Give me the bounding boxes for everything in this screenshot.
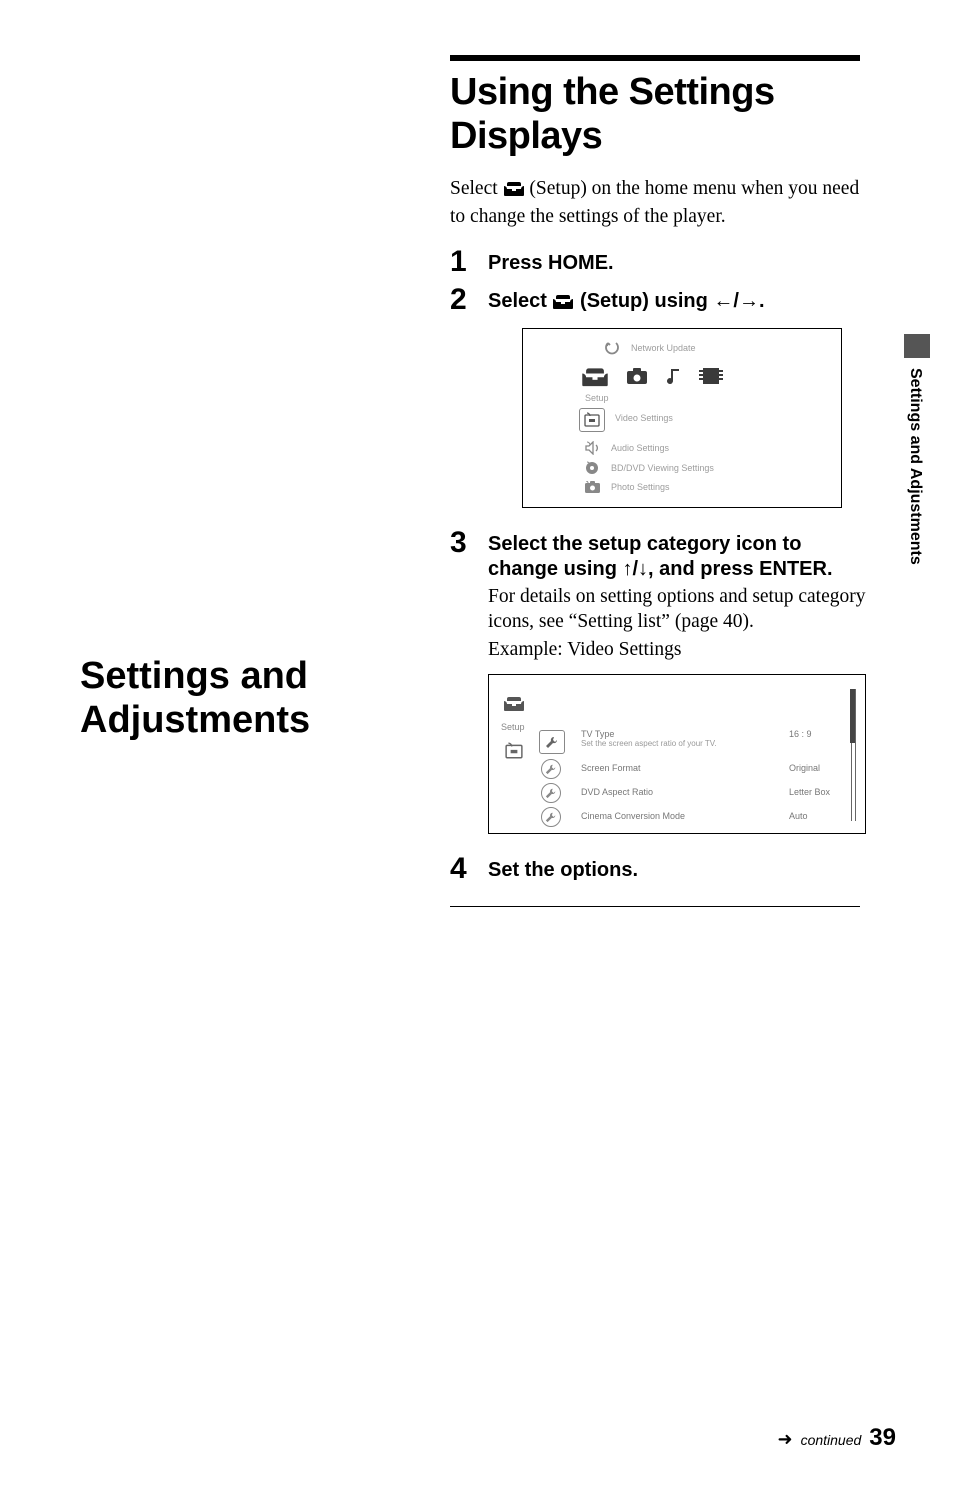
xmb-header-row: [581, 365, 723, 392]
step-3-heading-line2: change using ↑/↓, and press ENTER.: [488, 557, 866, 582]
item-1-value: Original: [789, 763, 820, 773]
item-2-value: Letter Box: [789, 787, 830, 797]
chapter-title-line2: Adjustments: [80, 699, 410, 743]
section-title-line1: Using the Settings: [450, 71, 860, 115]
step-2-heading-pre: Select: [488, 290, 552, 312]
setup-toolbox-icon: [503, 695, 525, 716]
section-title-line2: Displays: [450, 115, 860, 159]
section-end-rule: [450, 906, 860, 907]
wrench-icon: [541, 783, 561, 803]
step-3-body-1: For details on setting options and setup…: [488, 584, 866, 635]
item-1-title: Screen Format: [581, 763, 641, 773]
intro-text-pre: Select: [450, 178, 503, 199]
step-4: 4 Set the options.: [450, 854, 860, 884]
bd-dvd-settings-label: BD/DVD Viewing Settings: [611, 463, 714, 473]
step-4-number: 4: [450, 854, 488, 884]
screenshot-setup-menu: Network Update Setup Video Settings: [522, 328, 842, 508]
step-3-body-2: Example: Video Settings: [488, 637, 866, 662]
scrollbar: [850, 689, 855, 821]
photo-settings-label: Photo Settings: [611, 482, 670, 492]
side-tab-label: Settings and Adjustments: [906, 368, 924, 565]
chapter-title-line1: Settings and: [80, 655, 410, 699]
network-update-label: Network Update: [631, 343, 696, 353]
bd-dvd-settings-icon: [583, 461, 601, 475]
intro-paragraph: Select (Setup) on the home menu when you…: [450, 176, 860, 229]
wrench-icon: [541, 807, 561, 827]
left-arrow-icon: ←: [713, 290, 733, 312]
continued-arrow-icon: ➜: [777, 1429, 792, 1450]
step-4-heading: Set the options.: [488, 858, 860, 883]
setup-toolbox-icon: [581, 365, 609, 392]
item-0-value: 16 : 9: [789, 729, 812, 739]
step-2-number: 2: [450, 285, 488, 315]
item-3-value: Auto: [789, 811, 808, 821]
right-arrow-icon: →: [739, 290, 759, 312]
side-tab-marker: [904, 334, 930, 358]
photo-settings-icon: [583, 481, 601, 493]
step-2-heading: Select (Setup) using ←/→.: [488, 289, 860, 316]
item-2-title: DVD Aspect Ratio: [581, 787, 653, 797]
step-3: 3 Select the setup category icon to chan…: [450, 528, 860, 834]
page-footer: ➜ continued 39: [777, 1424, 896, 1452]
heading-rule: [450, 55, 860, 61]
video-settings-category-icon: [503, 742, 525, 765]
step-1-number: 1: [450, 247, 488, 277]
setup-toolbox-icon: [552, 291, 574, 316]
step-1: 1 Press HOME.: [450, 247, 860, 277]
down-arrow-icon: ↓: [638, 558, 648, 580]
step-2-heading-mid: (Setup) using: [580, 290, 713, 312]
setup-label-small: Setup: [501, 722, 525, 732]
step-3-heading-pre: change using: [488, 558, 622, 580]
step-1-heading: Press HOME.: [488, 251, 860, 276]
step-3-heading-post: , and press ENTER.: [648, 558, 833, 580]
page-number: 39: [869, 1424, 896, 1452]
step-3-heading-line1: Select the setup category icon to: [488, 532, 866, 557]
side-tab: Settings and Adjustments: [904, 334, 930, 602]
setup-toolbox-icon: [503, 178, 525, 203]
item-0-title: TV Type: [581, 729, 614, 739]
step-3-number: 3: [450, 528, 488, 558]
step-2-heading-post: .: [759, 290, 765, 312]
music-category-icon: [665, 367, 681, 390]
up-arrow-icon: ↑: [622, 558, 632, 580]
item-3-title: Cinema Conversion Mode: [581, 811, 685, 821]
continued-label: continued: [801, 1432, 862, 1448]
setup-column-label: Setup: [585, 393, 609, 403]
audio-settings-label: Audio Settings: [611, 443, 669, 453]
wrench-icon: [541, 759, 561, 779]
step-2: 2 Select (Setup) using ←/→. Network Upda…: [450, 285, 860, 508]
chapter-title-block: Settings and Adjustments: [80, 655, 410, 742]
video-settings-selected-icon: [579, 408, 605, 432]
screenshot-video-settings: Setup TV Type Set the screen aspect rati…: [488, 674, 866, 834]
network-update-icon: [603, 341, 621, 355]
wrench-icon-selected: [539, 730, 565, 754]
photo-category-icon: [627, 368, 647, 389]
video-settings-label: Video Settings: [615, 413, 673, 423]
item-0-sub: Set the screen aspect ratio of your TV.: [581, 739, 717, 748]
video-category-icon: [699, 368, 723, 389]
audio-settings-icon: [583, 441, 601, 455]
